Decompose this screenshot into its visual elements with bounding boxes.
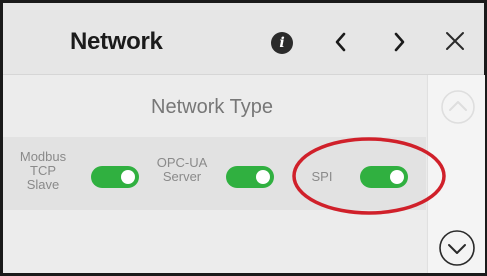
- close-icon[interactable]: [444, 30, 466, 52]
- modbus-tcp-slave-label: Modbus TCP Slave: [19, 149, 67, 192]
- chevron-left-icon[interactable]: [333, 31, 349, 53]
- network-type-heading: Network Type: [151, 96, 273, 118]
- opc-ua-server-label: OPC-UA Server: [156, 155, 208, 184]
- modbus-tcp-slave-toggle[interactable]: [91, 166, 139, 188]
- chevron-right-icon[interactable]: [391, 31, 407, 53]
- opc-ua-server-toggle[interactable]: [226, 166, 274, 188]
- page-title: Network: [70, 28, 163, 55]
- chevron-down-circle-icon[interactable]: [438, 229, 476, 267]
- chevron-up-circle-icon[interactable]: [440, 89, 476, 125]
- spi-label: SPI: [311, 169, 333, 184]
- info-icon[interactable]: i: [271, 32, 293, 54]
- toggle-knob: [390, 170, 404, 184]
- toggle-knob: [256, 170, 270, 184]
- toggle-knob: [121, 170, 135, 184]
- spi-toggle[interactable]: [360, 166, 408, 188]
- dialog-header: Network i: [3, 3, 484, 75]
